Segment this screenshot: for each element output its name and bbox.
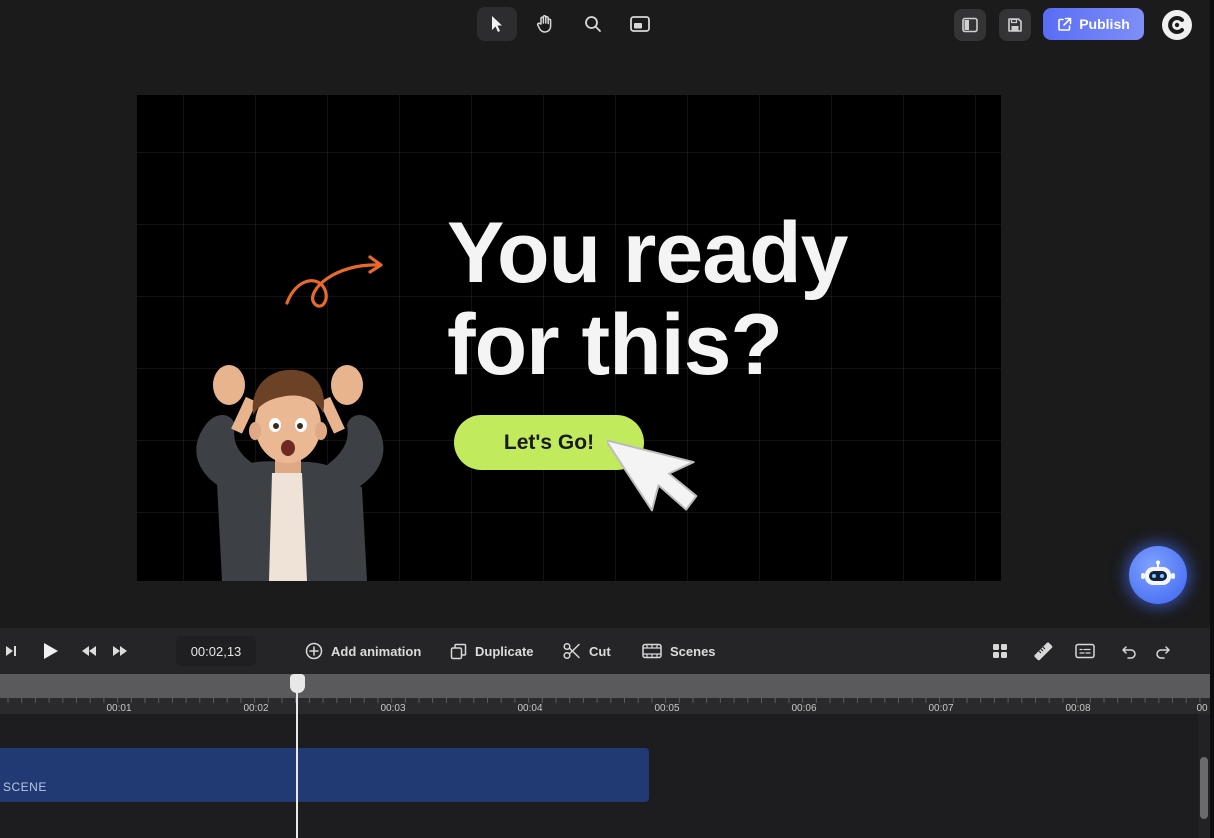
headline-line-2: for this?	[447, 297, 783, 393]
grid-view-button[interactable]	[992, 628, 1008, 674]
scissors-icon	[563, 642, 580, 660]
captions-button[interactable]	[1075, 628, 1095, 674]
undo-button[interactable]	[1121, 628, 1137, 674]
headline-line-1: You ready	[447, 205, 848, 301]
toggle-panel-button[interactable]	[954, 9, 986, 41]
headline-text[interactable]: You ready for this?	[447, 207, 967, 391]
scene-clip-label: SCENE	[3, 780, 47, 794]
playhead-line	[296, 680, 298, 838]
robot-icon	[1141, 560, 1175, 585]
skip-to-end-button[interactable]	[4, 628, 18, 674]
character-illustration	[196, 365, 384, 581]
current-time-text: 00:02,13	[190, 643, 242, 659]
tick-label: 00:05	[654, 703, 680, 714]
scenes-label: Scenes	[670, 643, 716, 659]
cursor-icon	[492, 16, 502, 32]
editor-app: Publish You ready for this? Let's Go! 00…	[0, 0, 1214, 838]
grid-icon	[993, 644, 1007, 658]
timeline-scrubber[interactable]	[0, 674, 1210, 698]
timeline-scrollbar-thumb[interactable]	[1200, 757, 1208, 819]
playback-bar: 00:02,13 Add animation Duplicate Cut Sce…	[0, 628, 1210, 674]
tick-label: 00:06	[791, 703, 817, 714]
frame-tool-button[interactable]	[620, 7, 660, 41]
save-button[interactable]	[999, 9, 1031, 41]
avatar[interactable]	[1162, 10, 1192, 40]
undo-icon	[1122, 646, 1136, 659]
ruler-icon	[1034, 642, 1053, 661]
captions-icon	[1075, 643, 1095, 659]
window-edge	[1210, 0, 1214, 628]
tick-label: 00:03	[380, 703, 406, 714]
external-link-icon	[1058, 17, 1072, 31]
brand-logo-icon	[1168, 16, 1184, 34]
playhead-handle[interactable]	[290, 674, 305, 693]
tick-label: 00	[1196, 703, 1208, 714]
publish-button[interactable]: Publish	[1043, 8, 1144, 40]
scene-clip[interactable]	[0, 748, 649, 802]
duplicate-icon	[450, 643, 467, 659]
fast-forward-button[interactable]	[111, 628, 129, 674]
hand-icon	[536, 15, 552, 33]
ai-assistant-button[interactable]	[1129, 546, 1187, 604]
cut-label: Cut	[589, 643, 611, 659]
tick-label: 00:04	[517, 703, 543, 714]
frame-icon	[630, 16, 650, 32]
duplicate-button[interactable]: Duplicate	[450, 628, 534, 674]
magnifier-icon	[585, 16, 601, 32]
skip-end-icon	[6, 646, 16, 656]
publish-label: Publish	[1079, 16, 1130, 32]
play-icon	[44, 643, 58, 659]
plus-circle-icon	[305, 642, 323, 660]
rewind-button[interactable]	[80, 628, 98, 674]
tick-label: 00:07	[928, 703, 954, 714]
sidebar-panel-icon	[962, 17, 978, 33]
fast-forward-icon	[113, 646, 127, 656]
window-edge	[1210, 628, 1214, 838]
save-icon	[1008, 18, 1022, 32]
select-tool-button[interactable]	[477, 7, 517, 41]
scenes-button[interactable]: Scenes	[642, 628, 716, 674]
add-animation-button[interactable]: Add animation	[305, 628, 421, 674]
tick-label: 00:02	[243, 703, 269, 714]
timeline-ticks	[0, 698, 1210, 714]
tick-marks	[7, 698, 1201, 703]
cta-label: Let's Go!	[503, 430, 595, 454]
scene-canvas[interactable]: You ready for this? Let's Go!	[137, 95, 1001, 581]
zoom-tool-button[interactable]	[573, 7, 613, 41]
current-time-display[interactable]: 00:02,13	[176, 636, 256, 666]
rewind-icon	[82, 646, 96, 656]
tick-label: 00:01	[106, 703, 132, 714]
pointer-cursor-icon	[607, 439, 698, 512]
ruler-button[interactable]	[1033, 628, 1053, 674]
pan-tool-button[interactable]	[525, 7, 565, 41]
swirl-arrow-icon	[285, 255, 383, 308]
redo-button[interactable]	[1155, 628, 1171, 674]
film-strip-icon	[642, 643, 662, 659]
cut-button[interactable]: Cut	[563, 628, 611, 674]
play-button[interactable]	[40, 628, 60, 674]
tick-label: 00:08	[1065, 703, 1091, 714]
redo-icon	[1156, 646, 1170, 659]
duplicate-label: Duplicate	[475, 643, 534, 659]
add-animation-label: Add animation	[331, 643, 422, 659]
